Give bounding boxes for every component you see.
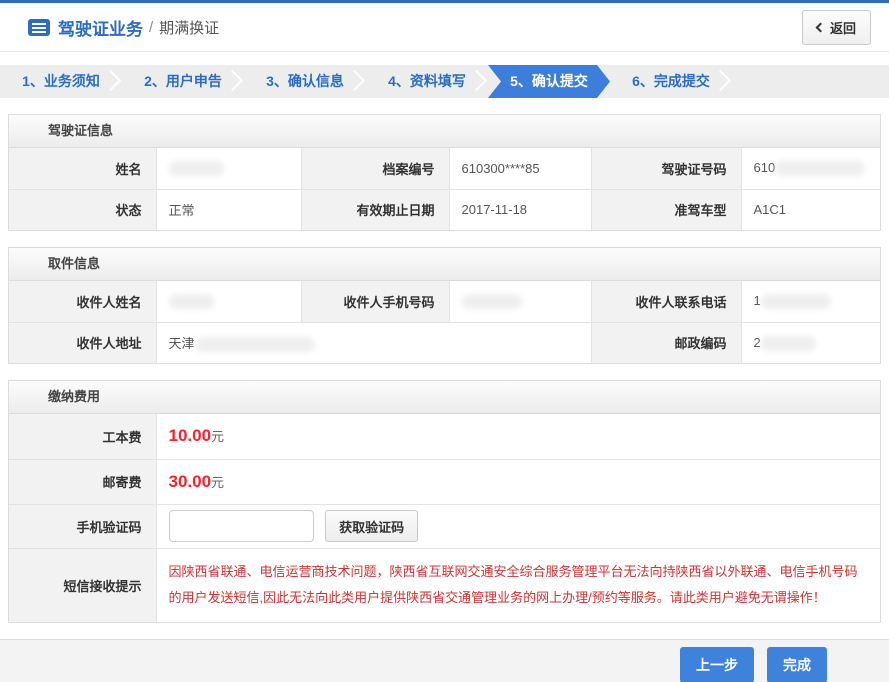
page-title: 驾驶证业务 — [58, 15, 143, 40]
recipient-phone-value: 1 — [741, 281, 880, 322]
pickup-info-section: 取件信息 收件人姓名 收件人手机号码 收件人联系电话 1 收件人地址 天津 邮政… — [8, 247, 881, 364]
title-separator: / — [149, 19, 153, 36]
step-wizard: 1、业务须知 2、用户申告 3、确认信息 4、资料填写 5、确认提交 6、完成提… — [0, 65, 889, 98]
redacted-name — [169, 161, 224, 176]
table-row: 邮寄费 30.00元 — [9, 459, 880, 504]
license-no-value: 610 — [741, 148, 880, 189]
recipient-address-value: 天津 — [156, 322, 591, 363]
step-1-business-notice[interactable]: 1、业务须知 — [0, 65, 122, 98]
license-info-section: 驾驶证信息 姓名 档案编号 610300****85 驾驶证号码 610 状态 … — [8, 114, 881, 231]
expiry-date-label: 有效期止日期 — [301, 189, 449, 230]
archive-no-value: 610300****85 — [449, 148, 591, 189]
page-header: 驾驶证业务 / 期满换证 返回 — [0, 3, 889, 52]
pickup-info-title: 取件信息 — [9, 248, 880, 281]
archive-no-label: 档案编号 — [301, 148, 449, 189]
step-2-user-declaration[interactable]: 2、用户申告 — [122, 65, 244, 98]
pickup-info-table: 收件人姓名 收件人手机号码 收件人联系电话 1 收件人地址 天津 邮政编码 2 — [9, 281, 880, 363]
redacted-license-no — [775, 161, 865, 176]
step-3-confirm-info[interactable]: 3、确认信息 — [244, 65, 366, 98]
table-row: 收件人姓名 收件人手机号码 收件人联系电话 1 — [9, 281, 880, 322]
recipient-name-label: 收件人姓名 — [9, 281, 156, 322]
redacted-postcode — [761, 336, 816, 351]
postcode-value: 2 — [741, 322, 880, 363]
table-row: 姓名 档案编号 610300****85 驾驶证号码 610 — [9, 148, 880, 189]
table-row: 工本费 10.00元 — [9, 414, 880, 459]
production-fee-label: 工本费 — [9, 414, 156, 459]
footer-bar: 上一步 完成 — [0, 639, 889, 682]
fees-title: 缴纳费用 — [9, 381, 880, 414]
sms-code-input[interactable] — [169, 510, 314, 542]
table-row: 收件人地址 天津 邮政编码 2 — [9, 322, 880, 363]
sms-notice-text: 因陕西省联通、电信运营商技术问题，陕西省互联网交通安全综合服务管理平台无法向持陕… — [156, 548, 880, 622]
table-row: 状态 正常 有效期止日期 2017-11-18 准驾车型 A1C1 — [9, 189, 880, 230]
production-fee-value: 10.00元 — [156, 414, 880, 459]
recipient-address-label: 收件人地址 — [9, 322, 156, 363]
chevron-left-icon — [816, 22, 826, 32]
redacted-recipient-address — [195, 337, 315, 352]
license-info-title: 驾驶证信息 — [9, 115, 880, 148]
license-info-table: 姓名 档案编号 610300****85 驾驶证号码 610 状态 正常 有效期… — [9, 148, 880, 230]
sms-notice-label: 短信接收提示 — [9, 548, 156, 622]
recipient-mobile-value — [449, 281, 591, 322]
finish-button[interactable]: 完成 — [767, 647, 827, 682]
previous-step-button[interactable]: 上一步 — [680, 647, 754, 682]
license-form-icon — [28, 19, 50, 36]
postcode-label: 邮政编码 — [591, 322, 741, 363]
back-button-label: 返回 — [830, 18, 856, 37]
recipient-name-value — [156, 281, 301, 322]
recipient-mobile-label: 收件人手机号码 — [301, 281, 449, 322]
sms-code-cell: 获取验证码 — [156, 504, 880, 548]
redacted-recipient-phone — [761, 294, 831, 309]
redacted-recipient-mobile — [462, 294, 522, 309]
redacted-recipient-name — [169, 294, 214, 309]
page-subtitle: 期满换证 — [159, 17, 219, 38]
step-4-fill-data[interactable]: 4、资料填写 — [366, 65, 488, 98]
postage-fee-value: 30.00元 — [156, 459, 880, 504]
name-value — [156, 148, 301, 189]
table-row: 手机验证码 获取验证码 — [9, 504, 880, 548]
get-code-button[interactable]: 获取验证码 — [325, 510, 418, 542]
status-label: 状态 — [9, 189, 156, 230]
fees-table: 工本费 10.00元 邮寄费 30.00元 手机验证码 获取验证码 短信接收提示… — [9, 414, 880, 622]
table-row: 短信接收提示 因陕西省联通、电信运营商技术问题，陕西省互联网交通安全综合服务管理… — [9, 548, 880, 622]
expiry-date-value: 2017-11-18 — [449, 189, 591, 230]
step-5-confirm-submit[interactable]: 5、确认提交 — [488, 65, 610, 98]
recipient-phone-label: 收件人联系电话 — [591, 281, 741, 322]
status-value: 正常 — [156, 189, 301, 230]
sms-code-label: 手机验证码 — [9, 504, 156, 548]
postage-fee-label: 邮寄费 — [9, 459, 156, 504]
license-no-label: 驾驶证号码 — [591, 148, 741, 189]
back-button[interactable]: 返回 — [802, 10, 871, 45]
name-label: 姓名 — [9, 148, 156, 189]
fees-section: 缴纳费用 工本费 10.00元 邮寄费 30.00元 手机验证码 获取验证码 短… — [8, 380, 881, 623]
step-6-complete-submit[interactable]: 6、完成提交 — [610, 65, 732, 98]
vehicle-class-label: 准驾车型 — [591, 189, 741, 230]
vehicle-class-value: A1C1 — [741, 189, 880, 230]
